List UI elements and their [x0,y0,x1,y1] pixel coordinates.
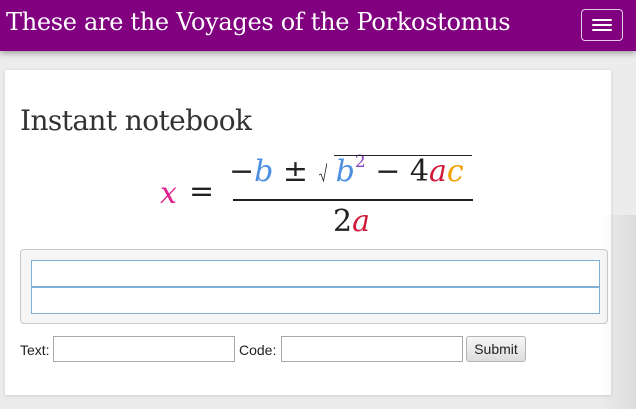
edge-shadow [600,215,636,409]
quadratic-formula: x = −b ± b2 − 4ac 2a [5,152,611,247]
menu-toggle-button[interactable] [581,9,623,41]
formula-denominator: 2a [333,204,370,239]
notebook-cell[interactable] [31,260,600,287]
numerator-plus-minus: ± [282,154,309,189]
hamburger-menu-icon [592,19,612,21]
notebook-output-panel [20,249,608,324]
notebook-card: Instant notebook x = −b ± b2 − 4ac 2a Te… [5,70,611,395]
numerator-a: a [428,154,447,189]
code-input[interactable] [281,336,463,362]
fraction-bar [233,199,473,201]
formula-lhs-x: x [160,176,177,211]
square-root-bar [334,155,472,156]
hamburger-menu-icon [592,29,612,31]
text-label: Text: [20,342,50,358]
denominator-a: a [352,204,370,239]
submit-button[interactable]: Submit [466,336,526,362]
square-root-icon [319,162,327,183]
code-label: Code: [239,342,277,358]
numerator-minus: − [229,154,255,189]
brand-title[interactable]: These are the Voyages of the Porkostomus [6,8,511,36]
navbar: These are the Voyages of the Porkostomus [0,0,636,51]
numerator-c: c [446,154,464,189]
denominator-two: 2 [333,204,353,239]
numerator-b-squared: b [335,154,355,189]
page-title: Instant notebook [20,104,252,137]
formula-equals: = [189,174,215,209]
hamburger-menu-icon [592,24,612,26]
notebook-cell[interactable] [31,287,600,314]
numerator-minus-four: − 4 [375,154,429,189]
numerator-b: b [254,154,274,189]
text-input[interactable] [53,336,235,362]
entry-form: Text: Code: Submit [20,336,610,362]
formula-numerator: −b ± b2 − 4ac [229,152,464,189]
